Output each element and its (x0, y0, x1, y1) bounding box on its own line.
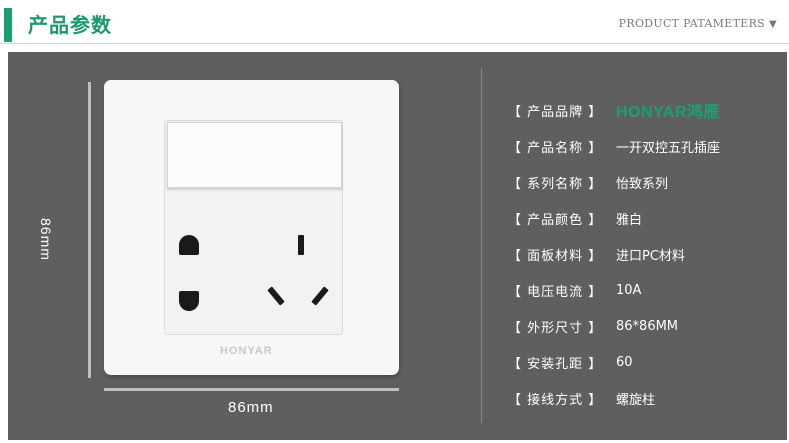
socket-product-image: HONYAR (104, 80, 399, 375)
spec-value: 60 (616, 354, 633, 370)
product-brand-mark: HONYAR (220, 345, 273, 357)
width-dimension-line (104, 388, 399, 391)
spec-row-brand: 【 产品品牌 】 HONYAR鸿雁 (508, 92, 778, 128)
spec-value: 雅白 (616, 212, 643, 228)
spec-value: 进口PC材料 (616, 248, 685, 264)
header-divider (0, 43, 789, 44)
rocker-switch (167, 122, 342, 188)
spec-value: 86*86MM (616, 318, 679, 334)
spec-value: 10A (616, 282, 642, 298)
spec-row-size: 【 外形尺寸 】 86*86MM (508, 308, 778, 344)
spec-row-color: 【 产品颜色 】 雅白 (508, 200, 778, 236)
height-dimension-label: 86mm (38, 218, 54, 261)
section-header: 产品参数 PRODUCT PATAMETERS ▼ (0, 0, 789, 44)
three-pin-hole-top (298, 235, 304, 255)
three-pin-hole-left (267, 286, 285, 306)
spec-row-wiring: 【 接线方式 】 螺旋柱 (508, 380, 778, 416)
spec-label: 【 产品品牌 】 (508, 104, 603, 120)
spec-label: 【 电压电流 】 (508, 284, 603, 300)
socket-module (164, 120, 343, 335)
spec-row-rating: 【 电压电流 】 10A (508, 272, 778, 308)
spec-value: 怡致系列 (616, 176, 669, 192)
spec-label: 【 产品颜色 】 (508, 212, 603, 228)
brand-logo: HONYAR鸿雁 (616, 104, 720, 121)
three-pin-hole-right (311, 286, 329, 306)
spec-row-material: 【 面板材料 】 进口PC材料 (508, 236, 778, 272)
two-pin-hole-bottom (179, 291, 199, 311)
spec-value: 螺旋柱 (616, 392, 656, 408)
spec-label: 【 接线方式 】 (508, 392, 603, 408)
spec-label: 【 系列名称 】 (508, 176, 603, 192)
vertical-separator (481, 68, 482, 423)
spec-row-mounting: 【 安装孔距 】 60 (508, 344, 778, 380)
header-accent-bar (4, 8, 12, 42)
spec-label: 【 外形尺寸 】 (508, 320, 603, 336)
width-dimension-label: 86mm (228, 399, 274, 416)
spec-list: 【 产品品牌 】 HONYAR鸿雁 【 产品名称 】 一开双控五孔插座 【 系列… (508, 92, 778, 416)
two-pin-hole-top (179, 235, 199, 255)
spec-label: 【 安装孔距 】 (508, 356, 603, 372)
section-title: 产品参数 (28, 13, 112, 37)
spec-row-series: 【 系列名称 】 怡致系列 (508, 164, 778, 200)
spec-label: 【 面板材料 】 (508, 248, 603, 264)
section-subtitle: PRODUCT PATAMETERS ▼ (618, 17, 777, 30)
triangle-down-icon: ▼ (769, 19, 777, 30)
spec-label: 【 产品名称 】 (508, 140, 603, 156)
spec-row-name: 【 产品名称 】 一开双控五孔插座 (508, 128, 778, 164)
spec-value: 一开双控五孔插座 (616, 140, 721, 156)
height-dimension-line (88, 82, 91, 378)
